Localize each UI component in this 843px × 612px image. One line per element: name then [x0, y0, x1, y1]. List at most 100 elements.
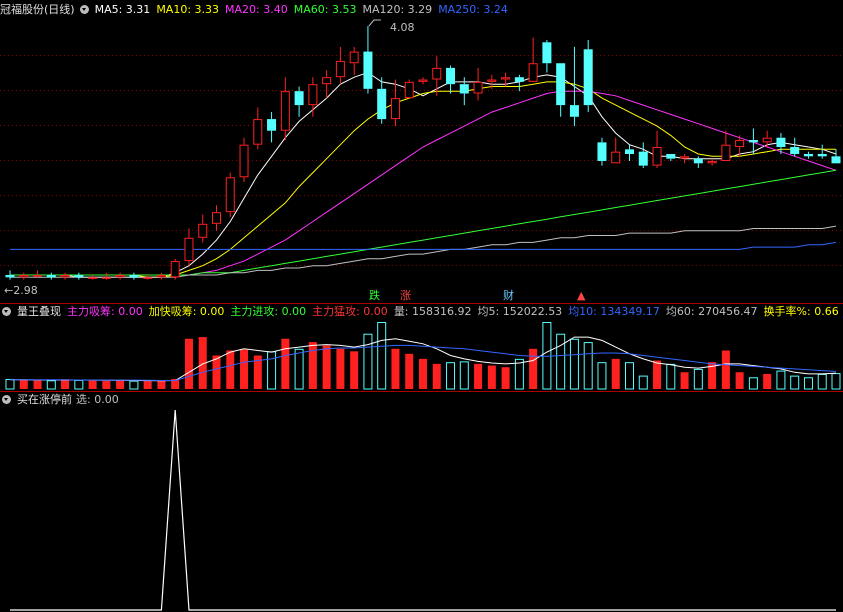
candle-body: [528, 63, 538, 82]
volume-bar: [363, 333, 373, 390]
volume-bar: [514, 358, 524, 390]
ma-label-5: MA250: 3.24: [438, 3, 508, 16]
candle-body: [225, 177, 235, 213]
volume-bar: [74, 379, 84, 390]
candle-body: [239, 144, 249, 178]
candle-body: [625, 149, 634, 154]
volume-bar: [212, 355, 221, 389]
candle-body: [115, 275, 125, 278]
volume-bar: [226, 350, 235, 389]
candle-body: [335, 60, 345, 78]
ind-item-0: 选: 0.00: [76, 393, 119, 406]
volume-bar: [556, 333, 566, 390]
volume-bar: [19, 379, 28, 389]
ma-label-3: MA60: 3.53: [293, 3, 357, 16]
candle-body: [707, 160, 717, 164]
high-price-label: 4.08: [390, 21, 415, 34]
candle-body: [253, 119, 263, 145]
candle-body: [280, 91, 290, 131]
volume-bar: [817, 373, 827, 390]
vol-item-6: 均10: 134349.17: [568, 305, 660, 318]
volume-bar: [184, 338, 193, 389]
candle-body: [432, 67, 442, 80]
candle-body: [542, 42, 552, 64]
candle-body: [459, 84, 469, 94]
candle-body: [597, 142, 607, 161]
candle-body: [294, 91, 304, 106]
volume-title: 量王叠现: [17, 305, 61, 318]
volume-bar: [33, 380, 42, 389]
volume-bar: [487, 365, 496, 389]
volume-bar: [294, 348, 304, 390]
volume-bar: [501, 367, 510, 389]
volume-bar: [693, 368, 703, 390]
candle-body: [156, 275, 166, 278]
volume-bar: [680, 372, 689, 389]
candle-body: [33, 275, 43, 277]
volume-bar: [735, 372, 744, 389]
event-mark-0[interactable]: 跌: [369, 290, 380, 302]
candle-body: [101, 277, 111, 279]
indicator-line: [10, 409, 836, 611]
indicator-header: 买在涨停前 选: 0.00: [0, 392, 131, 408]
volume-bar: [831, 373, 841, 390]
candle-body: [735, 140, 745, 148]
candle-body: [611, 151, 621, 164]
ma-label-0: MA5: 3.31: [94, 3, 151, 16]
volume-bar: [625, 362, 634, 390]
volume-bar: [748, 377, 758, 390]
candle-body: [60, 275, 70, 278]
candle-body: [212, 212, 221, 224]
volume-bar: [474, 363, 483, 389]
vol-item-4: 量: 158316.92: [393, 305, 472, 318]
event-mark-2[interactable]: 财: [503, 290, 514, 302]
stock-title: 冠福股份(日线): [0, 3, 75, 16]
candle-body: [514, 77, 524, 82]
candle-body: [349, 51, 359, 64]
ma-label-2: MA20: 3.40: [225, 3, 288, 16]
volume-bar: [611, 358, 620, 389]
ma-label-4: MA120: 3.29: [362, 3, 433, 16]
volume-bar: [721, 350, 730, 389]
volume-bar: [405, 353, 414, 389]
dropdown-icon[interactable]: [2, 307, 11, 316]
volume-bar: [322, 345, 331, 389]
volume-bar: [157, 380, 166, 389]
candle-body: [363, 51, 373, 89]
volume-header: 量王叠现 主力吸筹: 0.00 加快吸筹: 0.00 主力进攻: 0.00 主力猛攻: …: [0, 304, 843, 320]
candle-body: [322, 77, 332, 85]
volume-bar: [281, 338, 290, 389]
volume-bar: [583, 342, 593, 390]
vol-item-0: 主力吸筹: 0.00: [67, 305, 143, 318]
candle-body: [790, 147, 800, 154]
candle-body: [473, 81, 483, 94]
dropdown-icon[interactable]: [79, 5, 89, 14]
event-mark-1[interactable]: 涨: [400, 290, 411, 302]
ma-line-ma120: [10, 225, 837, 278]
candle-body: [446, 67, 456, 85]
event-mark-3[interactable]: ▲: [577, 290, 585, 302]
vol-item-2: 主力进攻: 0.00: [230, 305, 307, 318]
vol-item-7: 均60: 270456.47: [665, 305, 758, 318]
high-marker: [368, 19, 381, 27]
candle-body: [721, 144, 731, 161]
dropdown-icon[interactable]: [2, 395, 11, 404]
volume-bar: [240, 349, 249, 389]
ma-line-ma10: [10, 81, 836, 278]
volume-bar: [308, 342, 317, 389]
candle-body: [776, 137, 786, 148]
volume-bar: [446, 362, 456, 390]
volume-bar: [459, 361, 469, 390]
volume-bar: [46, 380, 56, 390]
candle-body: [569, 105, 579, 117]
volume-bar: [776, 370, 786, 390]
volume-bar: [597, 362, 607, 390]
candle-body: [501, 77, 511, 80]
ma-line-ma20: [10, 90, 837, 276]
vol-item-1: 加快吸筹: 0.00: [148, 305, 225, 318]
candle-body: [831, 156, 841, 164]
volume-bar: [803, 377, 813, 390]
volume-bar: [377, 322, 387, 390]
main-header: 冠福股份(日线) MA5: 3.31 MA10: 3.33 MA20: 3.40 MA6…: [0, 2, 520, 18]
candle-body: [487, 79, 497, 82]
